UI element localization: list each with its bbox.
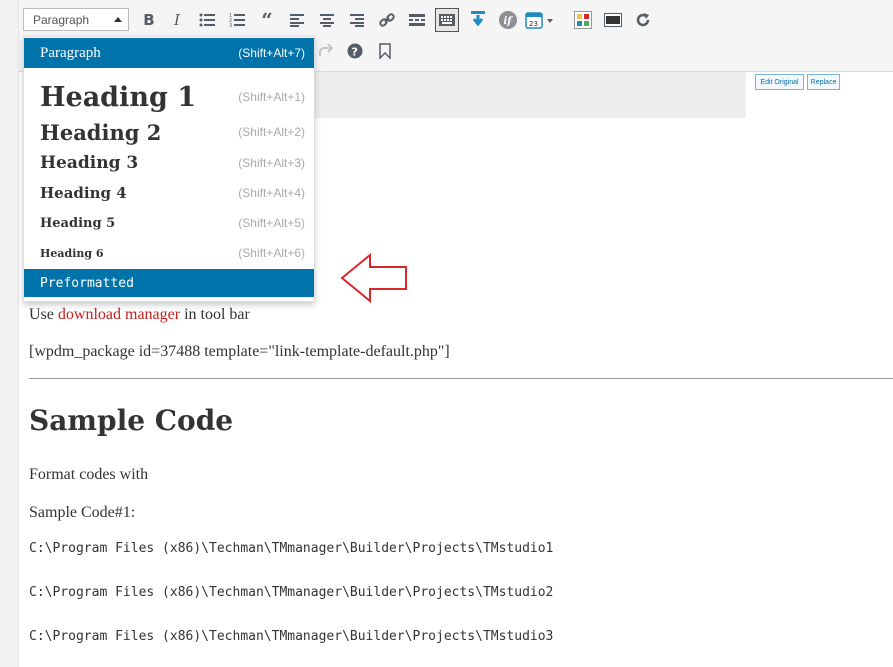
format-option-heading-3[interactable]: Heading 3 (Shift+Alt+3) xyxy=(24,148,314,178)
numbered-list-icon[interactable]: 123 xyxy=(225,8,249,32)
format-select-value: Paragraph xyxy=(33,13,90,27)
text-prefix: Use xyxy=(29,306,58,323)
bulleted-list-icon[interactable] xyxy=(195,8,219,32)
horizontal-rule xyxy=(29,378,893,379)
svg-text:?: ? xyxy=(352,46,358,59)
format-option-label: Preformatted xyxy=(40,275,134,291)
format-codes-text: Format codes with xyxy=(29,466,149,483)
format-option-shortcut: (Shift+Alt+5) xyxy=(238,216,305,230)
text-suffix: in tool bar xyxy=(180,306,250,323)
format-option-label: Heading 2 xyxy=(40,119,162,145)
code-line: C:\Program Files (x86)\Techman\TMmanager… xyxy=(29,585,554,600)
red-arrow-annotation xyxy=(340,252,407,304)
help-icon[interactable]: ? xyxy=(343,39,367,63)
toolbar-toggle-icon[interactable] xyxy=(435,8,459,32)
color-palette-icon[interactable] xyxy=(571,8,595,32)
format-option-shortcut: (Shift+Alt+7) xyxy=(238,46,305,60)
format-option-heading-2[interactable]: Heading 2 (Shift+Alt+2) xyxy=(24,117,314,147)
caret-up-icon xyxy=(114,17,122,22)
video-embed-icon[interactable] xyxy=(601,8,625,32)
calendar-icon[interactable]: 23 xyxy=(525,8,559,32)
code-line: C:\Program Files (x86)\Techman\TMmanager… xyxy=(29,541,554,556)
bold-icon[interactable]: B xyxy=(137,8,161,32)
code-line: C:\Program Files (x86)\Techman\TMmanager… xyxy=(29,629,554,644)
format-option-shortcut: (Shift+Alt+2) xyxy=(238,125,305,139)
use-download-manager-text: Use download manager in tool bar xyxy=(29,306,250,324)
blockquote-icon[interactable]: “ xyxy=(255,8,279,32)
download-manager-link[interactable]: download manager xyxy=(58,306,180,323)
format-option-preformatted[interactable]: Preformatted xyxy=(24,269,314,297)
format-option-heading-1[interactable]: Heading 1 (Shift+Alt+1) xyxy=(24,76,314,118)
format-option-label: Heading 5 xyxy=(40,215,116,231)
format-option-label: Heading 3 xyxy=(40,153,139,173)
link-icon[interactable] xyxy=(375,8,399,32)
format-option-label: Heading 4 xyxy=(40,184,127,202)
format-option-heading-4[interactable]: Heading 4 (Shift+Alt+4) xyxy=(24,178,314,208)
format-option-shortcut: (Shift+Alt+3) xyxy=(238,156,305,170)
format-option-label: Paragraph xyxy=(40,44,101,61)
image-placeholder-strip xyxy=(314,72,746,118)
format-option-label: Heading 1 xyxy=(40,81,197,113)
align-right-icon[interactable] xyxy=(345,8,369,32)
wpdm-shortcode: [wpdm_package id=37488 template="link-te… xyxy=(29,343,450,360)
align-center-icon[interactable] xyxy=(315,8,339,32)
left-gutter xyxy=(0,0,19,667)
read-more-icon[interactable] xyxy=(405,8,429,32)
shortcode-if-icon[interactable]: if xyxy=(496,8,520,32)
format-dropdown: Paragraph (Shift+Alt+7) Heading 1 (Shift… xyxy=(23,36,315,302)
refresh-icon[interactable] xyxy=(631,8,655,32)
edit-original-button[interactable]: Edit Original xyxy=(755,74,804,90)
sample-code-label: Sample Code#1: xyxy=(29,504,136,521)
align-left-icon[interactable] xyxy=(285,8,309,32)
redo-icon[interactable] xyxy=(313,39,337,63)
download-manager-icon[interactable] xyxy=(466,7,490,31)
calendar-day: 23 xyxy=(529,20,538,28)
sample-code-heading: Sample Code xyxy=(29,404,234,437)
svg-text:3: 3 xyxy=(229,23,232,27)
format-option-shortcut: (Shift+Alt+4) xyxy=(238,186,305,200)
format-option-shortcut: (Shift+Alt+6) xyxy=(238,246,305,260)
replace-button[interactable]: Replace xyxy=(807,74,840,90)
bookmark-icon[interactable] xyxy=(373,39,397,63)
italic-icon[interactable]: I xyxy=(165,8,189,32)
format-option-heading-6[interactable]: Heading 6 (Shift+Alt+6) xyxy=(24,238,314,268)
format-option-paragraph[interactable]: Paragraph (Shift+Alt+7) xyxy=(24,38,314,68)
format-select[interactable]: Paragraph xyxy=(23,8,129,31)
format-option-shortcut: (Shift+Alt+1) xyxy=(238,90,305,104)
format-option-heading-5[interactable]: Heading 5 (Shift+Alt+5) xyxy=(24,208,314,238)
format-option-label: Heading 6 xyxy=(40,246,104,260)
